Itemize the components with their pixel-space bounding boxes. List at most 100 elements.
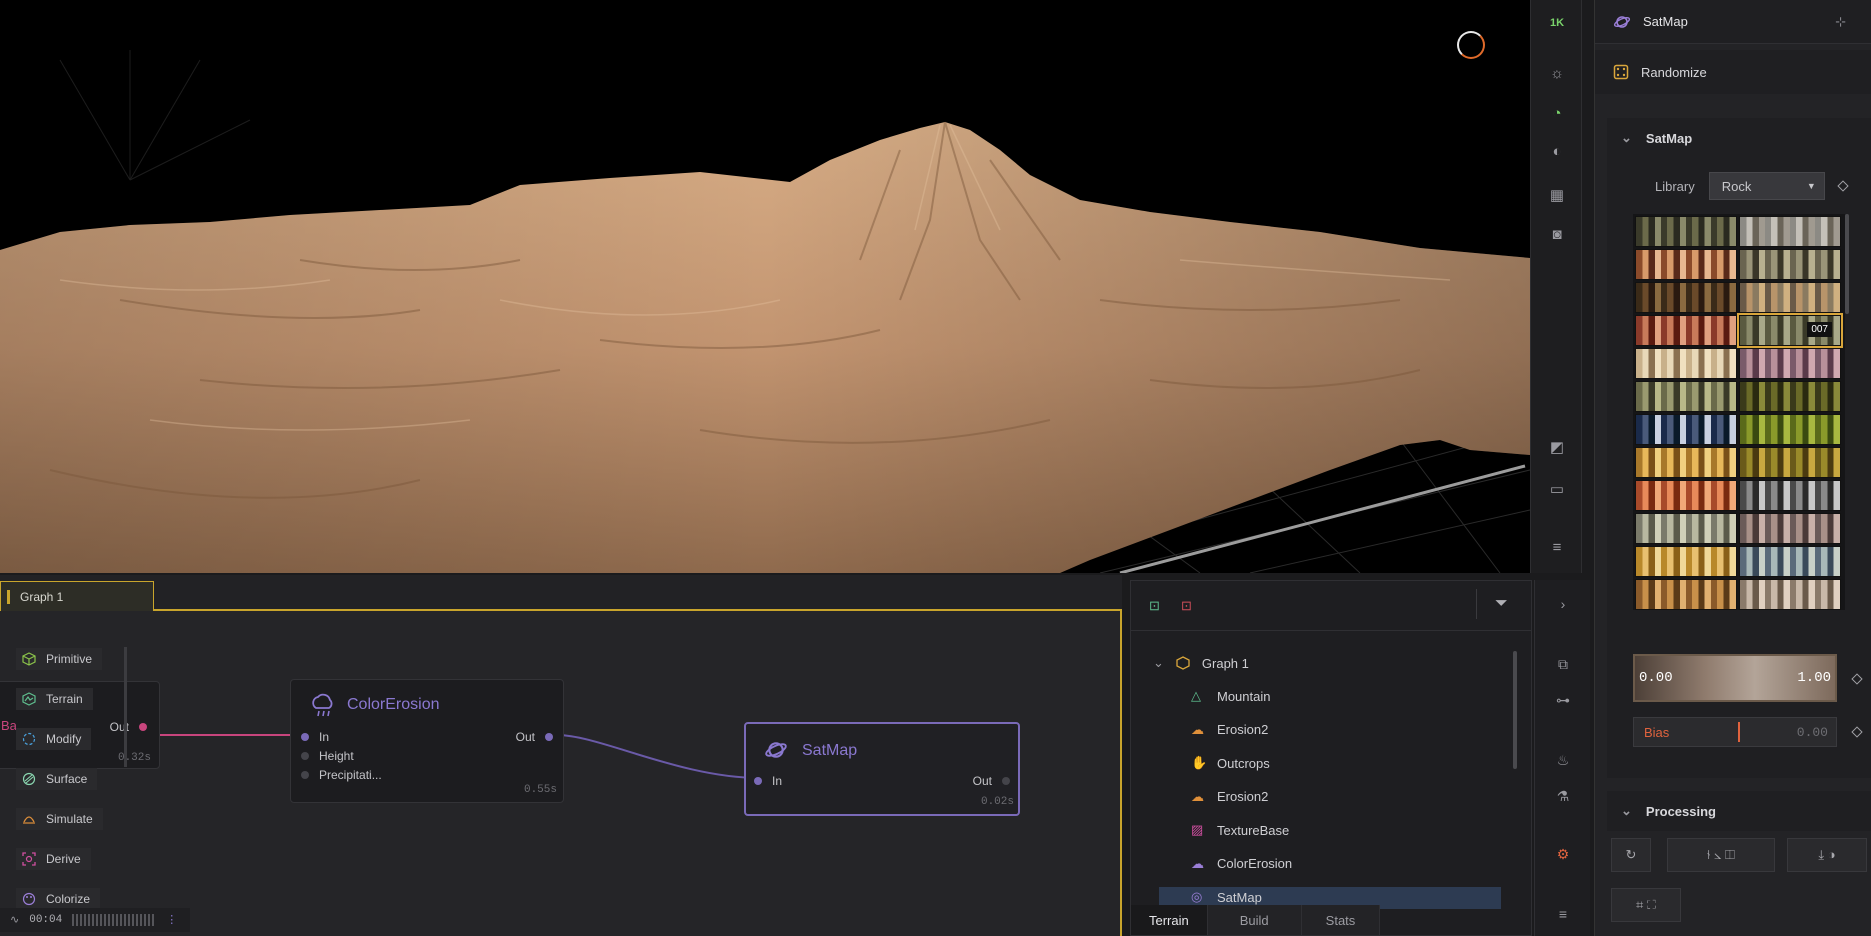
swatch-2[interactable]	[1739, 216, 1841, 247]
split-view-icon[interactable]: ◩	[1544, 434, 1570, 460]
swatch-7[interactable]	[1635, 315, 1737, 346]
swatch-21[interactable]	[1635, 546, 1737, 577]
swatch-5[interactable]	[1635, 282, 1737, 313]
menu-icon[interactable]: ≡	[1544, 534, 1570, 560]
swatch-10[interactable]	[1739, 348, 1841, 379]
crop-tools[interactable]: ⌗ ⛶	[1611, 888, 1681, 922]
swatch-1[interactable]	[1635, 216, 1737, 247]
library-select[interactable]: Rock ▼	[1708, 172, 1825, 200]
chevron-right-icon[interactable]: ›	[1551, 592, 1575, 616]
contrast-icon[interactable]: ◐	[1544, 138, 1570, 164]
swatch-6[interactable]	[1739, 282, 1841, 313]
terrain-viewport[interactable]	[0, 0, 1530, 573]
port-out[interactable]: Out	[973, 774, 1010, 788]
swatch-22[interactable]	[1739, 546, 1841, 577]
swatch-4[interactable]	[1739, 249, 1841, 280]
processing-section-header[interactable]: ⌄ Processing	[1607, 791, 1871, 831]
out-port[interactable]	[545, 733, 553, 741]
swatch-19[interactable]	[1635, 513, 1737, 544]
tree-item[interactable]: ☁ ColorErosion	[1191, 853, 1292, 875]
tab-build[interactable]: Build	[1207, 905, 1302, 935]
swatch-16[interactable]	[1739, 447, 1841, 478]
loop-tool-icon[interactable]: ↻	[1611, 838, 1651, 872]
swatch-9[interactable]	[1635, 348, 1737, 379]
swatch-24[interactable]	[1739, 579, 1841, 610]
swatch-15[interactable]	[1635, 447, 1737, 478]
focus-icon[interactable]: ⊹	[1835, 14, 1846, 30]
palette-item-primitive[interactable]: Primitive	[16, 648, 103, 670]
swatch-3[interactable]	[1635, 249, 1737, 280]
deselect-icon[interactable]: ⊡	[1181, 598, 1192, 614]
engine-icon[interactable]: ⚙	[1551, 842, 1575, 866]
in-port[interactable]	[754, 777, 762, 785]
port-height[interactable]: Height	[301, 749, 354, 763]
swatch-12[interactable]	[1739, 381, 1841, 412]
resolution-button[interactable]: 1K	[1544, 10, 1570, 36]
tree-root[interactable]: ⌄ Graph 1	[1153, 652, 1249, 674]
tree-item[interactable]: ☁ Erosion2	[1191, 786, 1268, 808]
clamp-tools[interactable]: ⤓ ◑	[1787, 838, 1867, 872]
grid-icon[interactable]: ▦	[1544, 182, 1570, 208]
tree-item[interactable]: ✋ Outcrops	[1191, 752, 1270, 774]
port-precipitation[interactable]: Precipitati...	[301, 768, 382, 782]
swatch-scrollbar[interactable]	[1845, 214, 1849, 314]
palette-scrollbar[interactable]	[124, 647, 127, 767]
palette-item-surface[interactable]: Surface	[16, 768, 98, 790]
nodes-icon[interactable]: ⊶	[1551, 688, 1575, 712]
adjust-tools[interactable]: ⫮ ⦣ ◫	[1667, 838, 1775, 872]
tree-item[interactable]: ☁ Erosion2	[1191, 719, 1268, 741]
in-port[interactable]	[301, 733, 309, 741]
port-in[interactable]: In	[754, 774, 782, 788]
node-name[interactable]: SatMap	[1643, 14, 1688, 29]
precipitation-port[interactable]	[301, 771, 309, 779]
terrain-render[interactable]	[0, 0, 1530, 573]
outliner-scrollbar[interactable]	[1513, 651, 1517, 769]
swatch-8[interactable]: 007	[1737, 313, 1843, 348]
range-slider[interactable]: 0.00 1.00	[1633, 654, 1837, 702]
swatch-20[interactable]	[1739, 513, 1841, 544]
palette-item-simulate[interactable]: Simulate	[16, 808, 103, 830]
tab-terrain[interactable]: Terrain	[1131, 905, 1208, 935]
tree-item[interactable]: △ Mountain	[1191, 685, 1270, 707]
randomize-button[interactable]: Randomize	[1595, 50, 1871, 94]
select-all-icon[interactable]: ⊡	[1149, 598, 1160, 614]
node-color-erosion[interactable]: ColorErosion In Height Precipitati... Ou…	[290, 679, 564, 803]
layout-icon[interactable]: ▭	[1544, 476, 1570, 502]
tree-item[interactable]: ▨ TextureBase	[1191, 819, 1289, 841]
bias-field[interactable]: Bias 0.00	[1633, 717, 1837, 747]
palette-item-colorize[interactable]: Colorize	[16, 888, 101, 910]
filter-icon[interactable]: ⏷	[1495, 595, 1508, 613]
swatch-13[interactable]	[1635, 414, 1737, 445]
palette-item-modify[interactable]: Modify	[16, 728, 92, 750]
palette-item-derive[interactable]: Derive	[16, 848, 91, 870]
height-port[interactable]	[301, 752, 309, 760]
range-min[interactable]: 0.00	[1639, 670, 1673, 686]
node-graph-canvas[interactable]: Ba Out 0.32s ColorErosion In Height Prec…	[0, 611, 1122, 936]
out-port[interactable]	[1002, 777, 1010, 785]
swatch-18[interactable]	[1739, 480, 1841, 511]
node-satmap[interactable]: SatMap In Out 0.02s	[744, 722, 1020, 816]
swatch-14[interactable]	[1739, 414, 1841, 445]
port-out[interactable]: Out	[516, 730, 553, 744]
port-in[interactable]: In	[301, 730, 329, 744]
satmap-section-header[interactable]: ⌄ SatMap	[1607, 118, 1871, 158]
bias-value[interactable]: 0.00	[1797, 725, 1828, 740]
out-port[interactable]	[139, 723, 147, 731]
keyframe-icon[interactable]	[1837, 180, 1849, 192]
palette-item-terrain[interactable]: Terrain	[16, 688, 93, 710]
copy-icon[interactable]: ⧉	[1551, 652, 1575, 676]
tab-graph-1[interactable]: Graph 1	[0, 581, 154, 611]
swatch-17[interactable]	[1635, 480, 1737, 511]
camera-icon[interactable]: ◙	[1544, 221, 1570, 247]
swatch-11[interactable]	[1635, 381, 1737, 412]
drag-handle-icon[interactable]: ⋮	[166, 913, 177, 927]
range-max[interactable]: 1.00	[1797, 670, 1831, 686]
tab-stats[interactable]: Stats	[1301, 905, 1381, 935]
swatch-grid[interactable]: 007	[1633, 214, 1845, 610]
flask-icon[interactable]: ⚗	[1551, 784, 1575, 808]
menu-icon[interactable]: ≡	[1551, 902, 1575, 926]
lighting-icon[interactable]: ☼	[1544, 60, 1570, 86]
render-mode-icon[interactable]: ◔	[1544, 100, 1570, 126]
fire-icon[interactable]: ♨	[1551, 748, 1575, 772]
swatch-23[interactable]	[1635, 579, 1737, 610]
